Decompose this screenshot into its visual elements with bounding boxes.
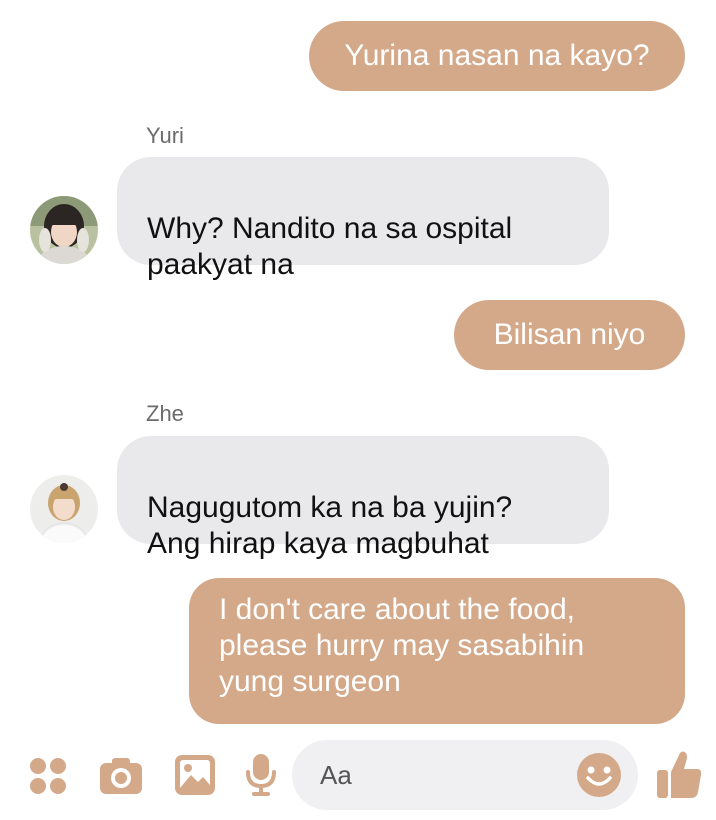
- incoming-message[interactable]: Why? Nandito na sa ospital paakyat na: [117, 157, 609, 281]
- image-icon[interactable]: [174, 754, 216, 796]
- sender-name: Zhe: [146, 401, 184, 426]
- message-input[interactable]: Aa: [292, 740, 638, 810]
- message-text: Why? Nandito na sa ospital paakyat na: [147, 212, 513, 281]
- sender-name: Yuri: [146, 123, 184, 148]
- thumbs-up-icon[interactable]: [656, 750, 702, 800]
- outgoing-message[interactable]: Yurina nasan na kayo?: [309, 21, 685, 91]
- composer-bar: Aa: [0, 738, 716, 814]
- message-text: Bilisan niyo: [493, 318, 646, 351]
- camera-icon[interactable]: [98, 756, 144, 796]
- microphone-icon[interactable]: [244, 752, 278, 798]
- avatar[interactable]: [30, 475, 98, 543]
- menu-dots-icon[interactable]: [28, 756, 68, 796]
- outgoing-message[interactable]: Bilisan niyo: [454, 300, 685, 370]
- outgoing-message[interactable]: I don't care about the food, please hurr…: [189, 578, 685, 724]
- message-text: Nagugutom ka na ba yujin? Ang hirap kaya…: [147, 491, 513, 560]
- incoming-message[interactable]: Nagugutom ka na ba yujin? Ang hirap kaya…: [117, 436, 609, 560]
- emoji-icon[interactable]: [576, 752, 622, 798]
- avatar[interactable]: [30, 196, 98, 264]
- message-text: I don't care about the food, please hurr…: [219, 593, 585, 698]
- message-text: Yurina nasan na kayo?: [344, 39, 650, 72]
- message-input-placeholder: Aa: [320, 760, 352, 790]
- chat-screen: Yurina nasan na kayo? Yuri Why? Nandito …: [0, 0, 716, 820]
